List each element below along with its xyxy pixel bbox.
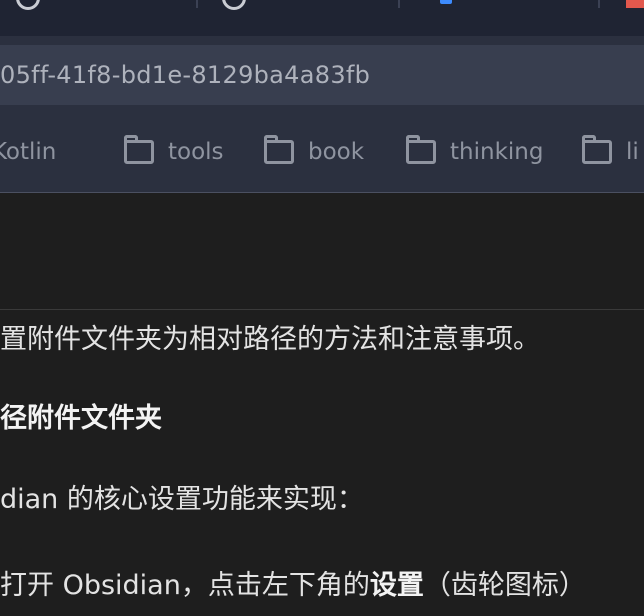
site-icon [440,0,452,4]
folder-icon [124,135,154,164]
bookmark-li[interactable]: li [582,112,639,192]
paragraph: 置附件文件夹为相对路径的方法和注意事项。 [0,324,540,355]
folder-icon [582,135,612,164]
page-content: 置附件文件夹为相对路径的方法和注意事项。 径附件文件夹 dian 的核心设置功能… [0,193,644,616]
text-span: 打开 Obsidian，点击左下角的 [0,570,370,601]
divider [0,309,644,310]
tab-strip [0,0,644,36]
paragraph: dian 的核心设置功能来实现： [0,484,364,515]
url-field[interactable]: 05ff-41f8-bd1e-8129ba4a83fb [0,45,644,105]
folder-icon [264,135,294,164]
tab-separator [196,0,198,8]
globe-icon [222,0,246,10]
bold-text: 设置 [369,570,424,601]
bookmark-kotlin[interactable]: Kotlin [0,112,56,192]
text-span: （齿轮图标） [423,570,586,601]
bookmark-tools[interactable]: tools [124,112,224,192]
bookmark-label: Kotlin [0,139,57,165]
bookmark-label: book [308,139,365,165]
globe-icon [16,0,40,10]
bookmark-label: thinking [450,139,544,165]
bookmark-book[interactable]: book [264,112,364,192]
bookmark-label: li [626,139,639,165]
bookmarks-bar: Kotlin tools book thinking li [0,112,644,193]
bookmark-label: tools [168,139,224,165]
list-item: 打开 Obsidian，点击左下角的设置（齿轮图标） [0,563,586,602]
tab-separator [398,0,400,8]
section-heading: 径附件文件夹 [0,396,162,435]
bookmark-thinking[interactable]: thinking [406,112,543,192]
active-tab-indicator[interactable] [626,0,644,8]
address-bar: 05ff-41f8-bd1e-8129ba4a83fb [0,36,644,112]
folder-icon [406,135,436,164]
tab-separator [598,0,600,8]
heading-text: 径附件文件夹 [0,403,162,434]
